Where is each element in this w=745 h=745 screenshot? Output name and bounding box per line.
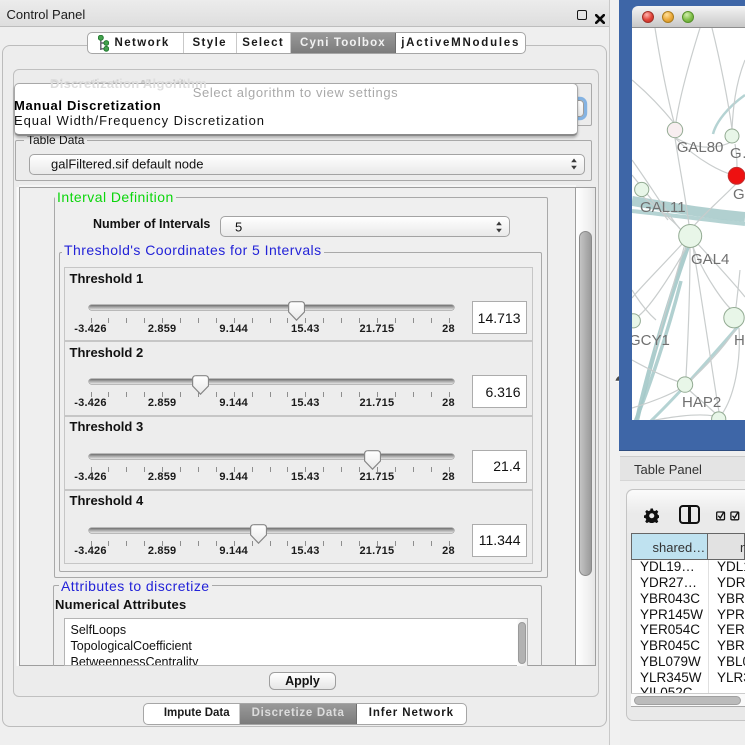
svg-text:G…: G… <box>730 145 745 162</box>
svg-text:HAP2: HAP2 <box>682 394 721 411</box>
svg-text:H: H <box>734 332 745 349</box>
svg-text:GAL11: GAL11 <box>640 199 686 216</box>
svg-text:GAL80: GAL80 <box>677 139 724 156</box>
svg-text:GAL4: GAL4 <box>691 251 729 268</box>
svg-text:GCY1: GCY1 <box>632 332 670 349</box>
svg-text:G: G <box>733 186 745 203</box>
